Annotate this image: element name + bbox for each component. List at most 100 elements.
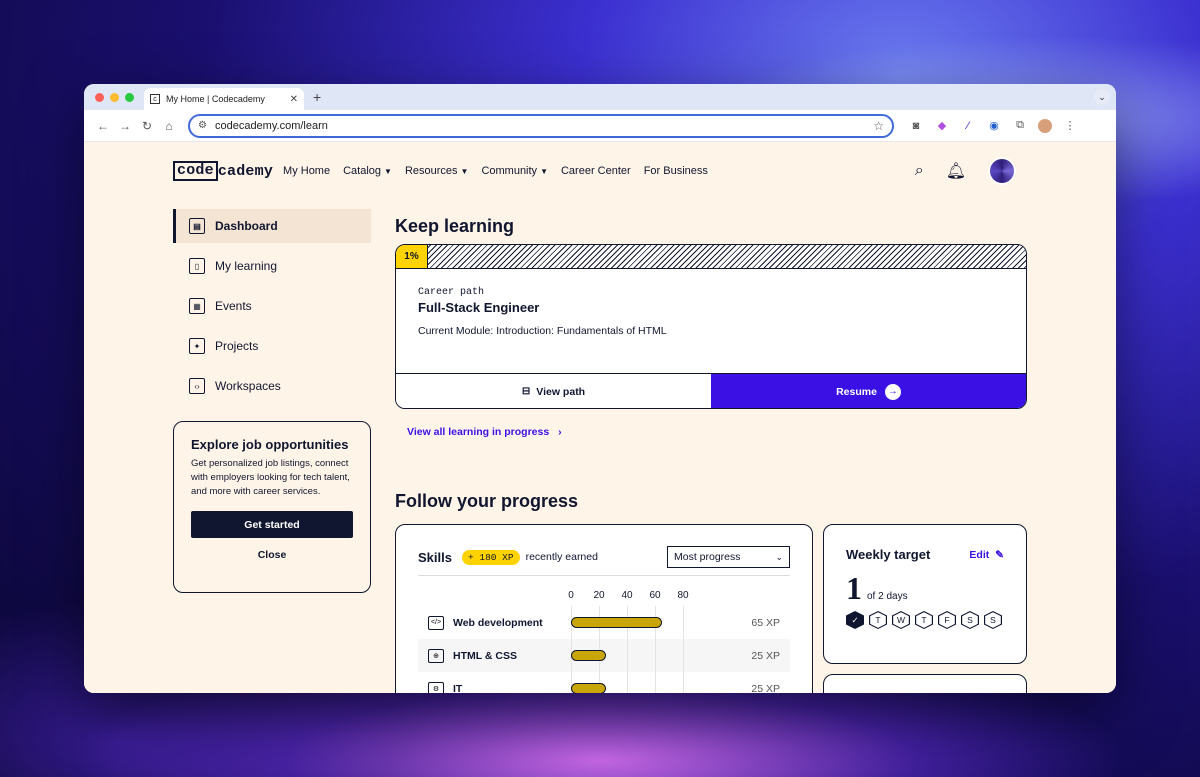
day-hexagon: W bbox=[892, 611, 910, 629]
skill-bar-track bbox=[571, 672, 684, 693]
axis-tick-label: 0 bbox=[568, 590, 574, 601]
codecademy-logo[interactable]: code cademy bbox=[173, 161, 273, 181]
tab-bar: c My Home | Codecademy ✕ + ⌄ bbox=[84, 84, 1116, 110]
view-all-learning-link[interactable]: View all learning in progress › bbox=[407, 426, 562, 438]
maximize-window-button[interactable] bbox=[125, 93, 134, 102]
sidebar-item-projects[interactable]: ✦ Projects bbox=[173, 329, 371, 363]
code-icon: ‹› bbox=[189, 378, 205, 394]
sort-select[interactable]: Most progress ⌄ bbox=[667, 546, 790, 568]
divider bbox=[418, 575, 790, 576]
sidebar-item-dashboard[interactable]: ▤ Dashboard bbox=[173, 209, 371, 243]
nav-career-center[interactable]: Career Center bbox=[561, 165, 631, 177]
new-tab-button[interactable]: + bbox=[313, 89, 321, 105]
progress-bar: 1% bbox=[396, 245, 1026, 269]
skill-bar bbox=[571, 617, 662, 628]
keep-learning-heading: Keep learning bbox=[395, 216, 515, 236]
page-content: code cademy My Home Catalog ▼ Resources ▼ C… bbox=[84, 142, 1116, 693]
browser-extension-icon[interactable]: ◉ bbox=[986, 119, 1002, 132]
codecademy-favicon-icon: c bbox=[150, 94, 160, 104]
close-window-button[interactable] bbox=[95, 93, 104, 102]
camera-extension-icon[interactable]: ◙ bbox=[908, 120, 924, 132]
axis-tick-label: 40 bbox=[621, 590, 633, 601]
resume-button[interactable]: Resume → bbox=[711, 374, 1026, 408]
nav-my-home[interactable]: My Home bbox=[283, 165, 330, 177]
day-hexagon: S bbox=[961, 611, 979, 629]
site-info-icon[interactable]: ⚙ bbox=[198, 120, 207, 131]
weekly-count: 1 of 2 days bbox=[846, 570, 1004, 607]
more-menu-icon[interactable]: ⋮ bbox=[1062, 119, 1078, 132]
sidebar-item-label: Events bbox=[215, 299, 252, 313]
skill-xp-value: 65 XP bbox=[751, 616, 780, 629]
code-window-icon: </> bbox=[428, 615, 444, 630]
address-bar[interactable]: ⚙ codecademy.com/learn ☆ bbox=[188, 113, 894, 138]
axis-tick-label: 60 bbox=[649, 590, 661, 601]
skill-xp-value: 25 XP bbox=[751, 682, 780, 694]
bookmark-star-icon[interactable]: ☆ bbox=[873, 119, 884, 133]
sidebar-item-my-learning[interactable]: ▯ My learning bbox=[173, 249, 371, 283]
path-kicker: Career path bbox=[418, 287, 485, 298]
skills-card: Skills + 180 XP recently earned Most pro… bbox=[395, 524, 813, 693]
nav-resources[interactable]: Resources ▼ bbox=[405, 165, 469, 177]
browser-toolbar: ← → ↻ ⌂ ⚙ codecademy.com/learn ☆ ◙ ◆ ⁄ ◉… bbox=[84, 110, 1116, 142]
pen-extension-icon[interactable]: ⁄ bbox=[960, 120, 976, 132]
dashboard-icon: ▤ bbox=[189, 218, 205, 234]
minimize-window-button[interactable] bbox=[110, 93, 119, 102]
weekly-title: Weekly target bbox=[846, 547, 931, 562]
nav-community[interactable]: Community ▼ bbox=[481, 165, 548, 177]
browser-tab[interactable]: c My Home | Codecademy ✕ bbox=[144, 88, 304, 110]
skill-row[interactable]: ⚙ IT 25 XP bbox=[418, 672, 790, 693]
forward-arrow-icon[interactable]: → bbox=[114, 119, 136, 133]
skills-title: Skills bbox=[418, 549, 452, 565]
url-text[interactable]: codecademy.com/learn bbox=[215, 120, 873, 132]
profile-avatar-icon[interactable] bbox=[1038, 118, 1052, 133]
skill-name: HTML & CSS bbox=[453, 649, 517, 662]
gear-icon: ⚙ bbox=[428, 681, 444, 693]
close-button[interactable]: Close bbox=[191, 549, 353, 561]
back-arrow-icon[interactable]: ← bbox=[92, 119, 114, 133]
window-controls bbox=[95, 93, 134, 102]
gridline bbox=[683, 672, 684, 693]
next-card bbox=[823, 674, 1027, 693]
sidebar-item-events[interactable]: ▦ Events bbox=[173, 289, 371, 323]
edit-target-button[interactable]: Edit ✎ bbox=[969, 549, 1004, 561]
puzzle-icon: ✦ bbox=[189, 338, 205, 354]
skill-bar-track bbox=[571, 639, 684, 672]
skill-bar-track bbox=[571, 606, 684, 639]
gridline bbox=[655, 672, 656, 693]
map-icon: ⊟ bbox=[521, 386, 531, 397]
get-started-button[interactable]: Get started bbox=[191, 511, 353, 538]
path-title[interactable]: Full-Stack Engineer bbox=[418, 300, 1004, 315]
days-completed: 1 bbox=[846, 570, 862, 606]
view-path-button[interactable]: ⊟ View path bbox=[396, 374, 711, 408]
reload-icon[interactable]: ↻ bbox=[136, 119, 158, 133]
job-opportunities-card: Explore job opportunities Get personaliz… bbox=[173, 421, 371, 593]
sidebar-item-workspaces[interactable]: ‹› Workspaces bbox=[173, 369, 371, 403]
skills-axis: 0 20 40 60 80 bbox=[568, 590, 790, 606]
tab-close-icon[interactable]: ✕ bbox=[290, 94, 298, 105]
bell-icon[interactable]: 🔔︎ bbox=[946, 161, 966, 181]
home-icon[interactable]: ⌂ bbox=[158, 119, 180, 133]
skill-name: IT bbox=[453, 682, 463, 694]
weekday-tracker: ✓ T W T F S S bbox=[846, 611, 1004, 629]
nav-catalog[interactable]: Catalog ▼ bbox=[343, 165, 392, 177]
chevron-down-icon: ▼ bbox=[460, 167, 469, 176]
day-hexagon: T bbox=[869, 611, 887, 629]
search-icon[interactable]: ⌕ bbox=[915, 162, 924, 180]
color-extension-icon[interactable]: ◆ bbox=[934, 119, 950, 132]
browser-window: c My Home | Codecademy ✕ + ⌄ ← → ↻ ⌂ ⚙ c… bbox=[84, 84, 1116, 693]
chevron-down-icon: ▼ bbox=[384, 167, 392, 176]
chevron-down-icon: ▼ bbox=[540, 167, 548, 176]
skill-row[interactable]: </> Web development 65 XP bbox=[418, 606, 790, 639]
book-icon: ▯ bbox=[189, 258, 205, 274]
day-completed-check-icon: ✓ bbox=[846, 611, 864, 629]
puzzle-extension-icon[interactable]: ⧉ bbox=[1012, 119, 1028, 132]
skill-row[interactable]: ⊕ HTML & CSS 25 XP bbox=[418, 639, 790, 672]
user-avatar[interactable] bbox=[988, 157, 1016, 185]
site-header: code cademy My Home Catalog ▼ Resources ▼ C… bbox=[173, 156, 1116, 186]
sidebar-item-label: Workspaces bbox=[215, 379, 281, 393]
tab-search-button[interactable]: ⌄ bbox=[1094, 89, 1110, 105]
browser-globe-icon: ⊕ bbox=[428, 648, 444, 663]
job-card-title: Explore job opportunities bbox=[191, 437, 349, 452]
gridline bbox=[683, 606, 684, 639]
nav-for-business[interactable]: For Business bbox=[644, 165, 708, 177]
